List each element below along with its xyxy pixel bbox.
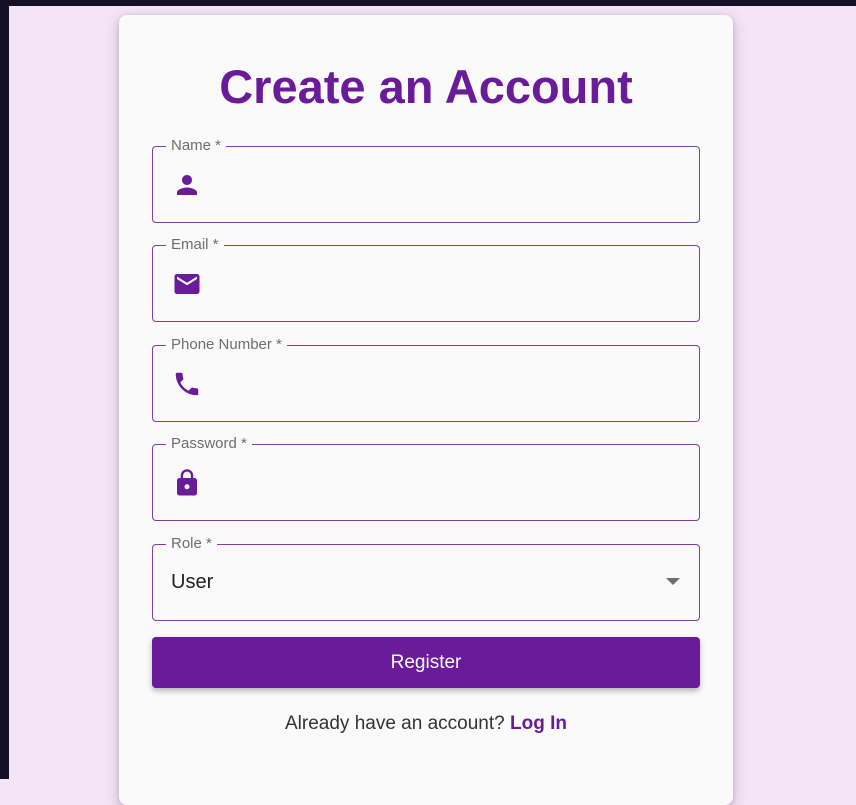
person-icon [172,170,202,200]
window-frame-left [0,0,9,779]
phone-field[interactable]: Phone Number * [152,337,700,422]
email-field-label: Email * [171,236,219,253]
email-icon [172,269,202,299]
password-field-label: Password * [171,435,247,452]
page-title: Create an Account [219,60,633,113]
phone-field-label: Phone Number * [171,336,282,353]
register-card: Create an Account Name * Email * Phone N… [119,15,733,805]
role-select-outline: Role * [152,535,700,621]
password-input[interactable] [220,458,684,506]
lock-icon [172,468,202,498]
email-input[interactable] [220,259,684,307]
login-prompt: Already have an account? Log In [119,712,733,736]
role-selected-value: User [171,571,214,593]
login-link[interactable]: Log In [510,713,567,734]
phone-icon [172,369,202,399]
email-field[interactable]: Email * [152,237,700,322]
role-select[interactable]: Role * User [152,536,700,621]
password-field[interactable]: Password * [152,436,700,521]
phone-input[interactable] [220,359,684,407]
name-field-label: Name * [171,137,222,154]
name-field[interactable]: Name * [152,138,700,223]
role-select-label: Role * [171,535,212,552]
register-button[interactable]: Register [152,637,700,688]
login-prompt-text: Already have an account? [285,713,505,734]
dropdown-arrow-icon [666,578,680,585]
name-input[interactable] [220,160,684,208]
